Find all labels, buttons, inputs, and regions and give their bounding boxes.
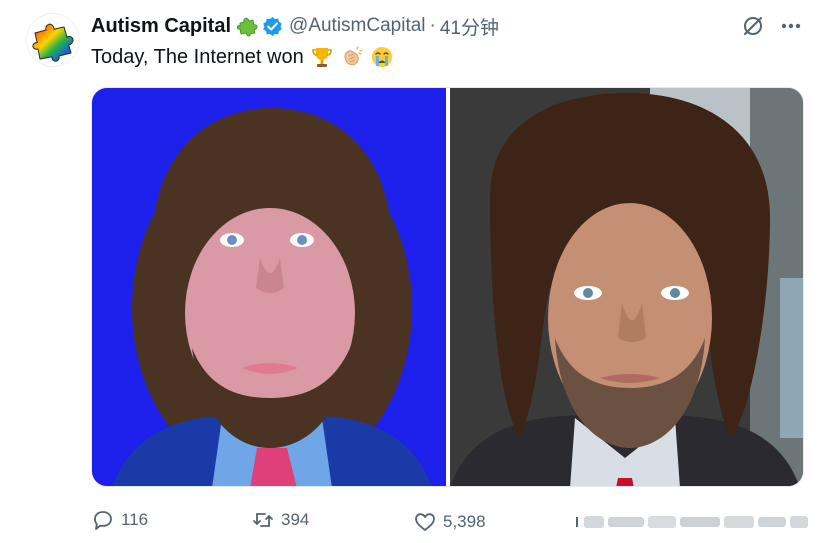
tweet-header: Autism Capital @AutismCapital · 41分钟 xyxy=(91,12,499,40)
crying-face-icon xyxy=(370,45,394,69)
author-display-name[interactable]: Autism Capital xyxy=(91,15,231,38)
views-and-share-blurred xyxy=(576,514,812,530)
tweet-text: Today, The Internet won xyxy=(91,43,394,71)
like-count: 5,398 xyxy=(443,512,486,531)
author-avatar[interactable] xyxy=(26,13,80,67)
reply-icon xyxy=(94,511,112,530)
tweet-text-body: Today, The Internet won xyxy=(91,45,304,68)
like-button[interactable]: 5,398 xyxy=(413,506,486,538)
heart-icon xyxy=(415,513,435,531)
tweet-card[interactable]: Autism Capital @AutismCapital · 41分钟 Tod… xyxy=(0,0,822,543)
reply-button[interactable]: 116 xyxy=(91,504,148,536)
header-separator: · xyxy=(429,15,436,36)
reply-count: 116 xyxy=(121,510,149,529)
media-grid xyxy=(91,87,804,487)
photo-selfie-man-wig[interactable] xyxy=(450,88,803,486)
puzzle-piece-green-icon xyxy=(236,15,258,37)
action-bar: 116 394 5,398 xyxy=(91,504,822,536)
more-icon[interactable] xyxy=(778,14,804,38)
trophy-icon xyxy=(310,45,334,69)
repost-button[interactable]: 394 xyxy=(251,504,309,536)
grok-icon[interactable] xyxy=(741,14,765,38)
post-timestamp[interactable]: 41分钟 xyxy=(440,13,499,40)
photo-blue-background-man[interactable] xyxy=(92,88,446,486)
repost-count: 394 xyxy=(281,510,310,529)
author-handle[interactable]: @AutismCapital xyxy=(289,15,426,37)
verified-badge-icon[interactable] xyxy=(262,16,283,37)
clapping-hands-icon xyxy=(340,45,364,69)
repost-icon xyxy=(253,513,273,527)
rainbow-puzzle-piece-icon xyxy=(32,23,74,62)
